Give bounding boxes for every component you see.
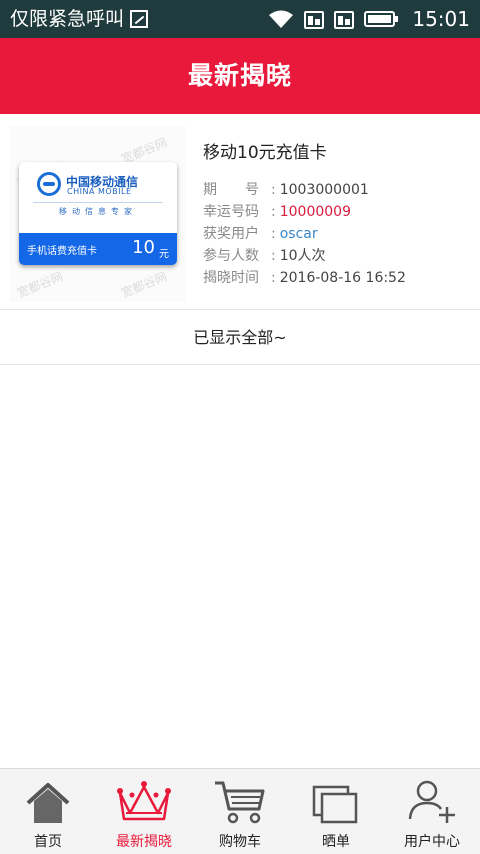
meta-row-reveal-time: 揭晓时间 : 2016-08-16 16:52 [203, 267, 406, 289]
battery-icon [364, 10, 399, 28]
list-end-text: 已显示全部~ [0, 310, 480, 365]
meta-separator: : [271, 248, 276, 264]
watermark-text: 宽都谷网 [119, 269, 170, 301]
recharge-card: 中国移动通信 CHINA MOBILE 移动信息专家 手机话费充值卡 10 元 [19, 162, 177, 265]
page-title: 最新揭晓 [187, 61, 292, 90]
share-order-icon [312, 779, 360, 825]
meta-separator: : [271, 204, 276, 220]
watermark-text: 宽都谷网 [15, 269, 66, 301]
card-band-value: 10 [132, 237, 155, 258]
list-item[interactable]: 宽都谷网 宽都谷网 宽都谷网 宽都谷网 中国移动通信 CHINA MOBILE … [0, 114, 480, 310]
sim-icon [130, 10, 149, 28]
winner-link[interactable]: oscar [280, 223, 318, 245]
meta-label: 揭晓时间 [203, 270, 259, 286]
card-divider [33, 202, 163, 203]
meta-row-lucky-number: 幸运号码 : 10000009 [203, 201, 406, 223]
carrier-text: 仅限紧急呼叫 [10, 8, 125, 30]
cart-icon [213, 779, 267, 825]
tab-home[interactable]: 首页 [0, 769, 96, 854]
meta-row-period: 期 号 : 1003000001 [203, 179, 406, 201]
tab-label: 购物车 [219, 834, 261, 850]
status-time: 15:01 [412, 7, 470, 31]
item-image: 宽都谷网 宽都谷网 宽都谷网 宽都谷网 中国移动通信 CHINA MOBILE … [10, 126, 186, 302]
tab-label: 首页 [34, 834, 62, 850]
item-title[interactable]: 移动10元充值卡 [203, 138, 327, 163]
card-band: 手机话费充值卡 10 元 [19, 233, 177, 265]
tab-label: 用户中心 [404, 834, 460, 850]
meta-label: 参与人数 [203, 248, 259, 264]
meta-value-lucky-number: 10000009 [279, 204, 351, 220]
meta-row-participants: 参与人数 : 10人次 [203, 245, 406, 267]
card-brand-en: CHINA MOBILE [67, 187, 132, 196]
wifi-icon [268, 9, 294, 29]
tab-user-center[interactable]: 用户中心 [384, 769, 480, 854]
meta-value-participants: 10人次 [279, 248, 326, 264]
page-header: 最新揭晓 [0, 38, 480, 114]
tab-label: 晒单 [322, 834, 350, 850]
tab-latest-reveal[interactable]: 最新揭晓 [96, 769, 192, 854]
item-meta: 期 号 : 1003000001 幸运号码 : 10000009 获奖用户 : … [203, 179, 406, 289]
bottom-tabbar: 首页 最新揭晓 购物车 晒单 用户中心 [0, 768, 480, 854]
card-slogan: 移动信息专家 [59, 207, 137, 216]
meta-value-reveal-time: 2016-08-16 16:52 [279, 270, 406, 286]
user-add-icon [407, 779, 457, 825]
meta-label: 期 号 [203, 182, 259, 198]
status-bar: 仅限紧急呼叫 15:01 [0, 0, 480, 38]
tab-share-order[interactable]: 晒单 [288, 769, 384, 854]
signal-icon [304, 9, 325, 29]
crown-icon [115, 779, 173, 825]
signal-icon [334, 9, 355, 29]
meta-label: 幸运号码 [203, 204, 259, 220]
card-band-unit: 元 [159, 249, 169, 260]
home-icon [24, 779, 72, 825]
meta-value-period: 1003000001 [279, 182, 369, 198]
meta-separator: : [271, 270, 276, 286]
tab-cart[interactable]: 购物车 [192, 769, 288, 854]
card-band-label: 手机话费充值卡 [27, 246, 97, 257]
meta-separator: : [271, 182, 276, 198]
tab-label: 最新揭晓 [116, 834, 172, 850]
status-left: 仅限紧急呼叫 [10, 6, 149, 32]
meta-label: 获奖用户 [203, 226, 259, 242]
meta-separator: : [271, 226, 276, 242]
status-right: 15:01 [258, 6, 470, 32]
china-mobile-logo-icon [37, 172, 61, 196]
meta-row-winner: 获奖用户 : oscar [203, 223, 406, 245]
